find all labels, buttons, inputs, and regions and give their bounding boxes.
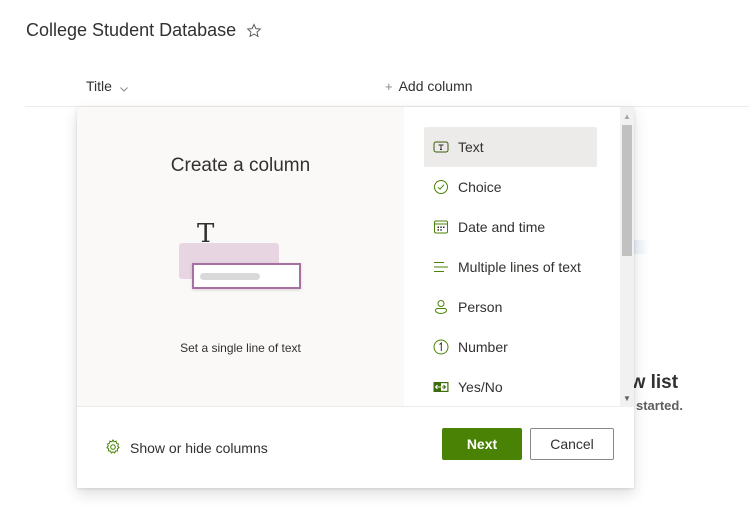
cancel-button[interactable]: Cancel <box>530 428 614 460</box>
text-lines-icon <box>433 259 449 275</box>
toggle-icon <box>433 379 449 395</box>
text-column-illustration: T <box>177 219 302 291</box>
show-hide-columns-link[interactable]: Show or hide columns <box>130 440 268 456</box>
column-type-yes-no[interactable]: Yes/No <box>424 367 597 406</box>
column-type-list: Text Choice Date and time Multiple lines… <box>404 107 620 407</box>
scroll-down-arrow-icon[interactable]: ▼ <box>620 391 634 405</box>
column-type-label: Date and time <box>458 219 546 235</box>
scroll-up-arrow-icon[interactable]: ▲ <box>620 109 634 123</box>
next-button[interactable]: Next <box>442 428 522 460</box>
plus-icon: + <box>385 78 393 94</box>
column-type-label: Choice <box>458 179 502 195</box>
illustration-placeholder-bar <box>200 273 260 280</box>
column-type-label: Number <box>458 339 508 355</box>
add-column-button[interactable]: + Add column <box>385 78 473 94</box>
column-type-date-and-time[interactable]: Date and time <box>424 207 597 247</box>
column-type-person[interactable]: Person <box>424 287 597 327</box>
panel-title: Create a column <box>170 155 311 176</box>
column-header-title[interactable]: Title <box>86 78 129 94</box>
check-circle-icon <box>433 179 449 195</box>
column-type-choice[interactable]: Choice <box>424 167 597 207</box>
preview-description: Set a single line of text <box>180 341 301 355</box>
illustration-input <box>192 263 301 289</box>
column-type-number[interactable]: Number <box>424 327 597 367</box>
page-title-text: College Student Database <box>26 20 237 40</box>
column-type-scrollbar[interactable]: ▲ ▼ <box>620 107 634 407</box>
column-type-label: Text <box>458 139 484 155</box>
column-type-label: Person <box>458 299 503 315</box>
page-title: College Student Database <box>26 20 262 41</box>
person-icon <box>433 299 449 315</box>
text-box-icon <box>433 139 449 155</box>
column-header-label: Title <box>86 78 112 94</box>
create-column-panel: Create a column T Set a single line of t… <box>77 107 634 488</box>
scrollbar-thumb[interactable] <box>622 125 632 256</box>
column-type-label: Yes/No <box>458 379 503 395</box>
column-preview: Create a column T Set a single line of t… <box>77 107 404 407</box>
add-column-label: Add column <box>398 78 473 94</box>
empty-state-subtitle: started. <box>636 398 683 413</box>
calendar-icon <box>433 219 449 235</box>
gear-icon <box>105 439 121 455</box>
column-type-label: Multiple lines of text <box>458 259 581 275</box>
number-circle-icon <box>433 339 449 355</box>
text-glyph-icon: T <box>197 219 215 249</box>
column-type-multiple-lines[interactable]: Multiple lines of text <box>424 247 597 287</box>
chevron-down-icon <box>119 81 129 92</box>
column-type-text[interactable]: Text <box>424 127 597 167</box>
star-icon[interactable] <box>246 22 262 39</box>
